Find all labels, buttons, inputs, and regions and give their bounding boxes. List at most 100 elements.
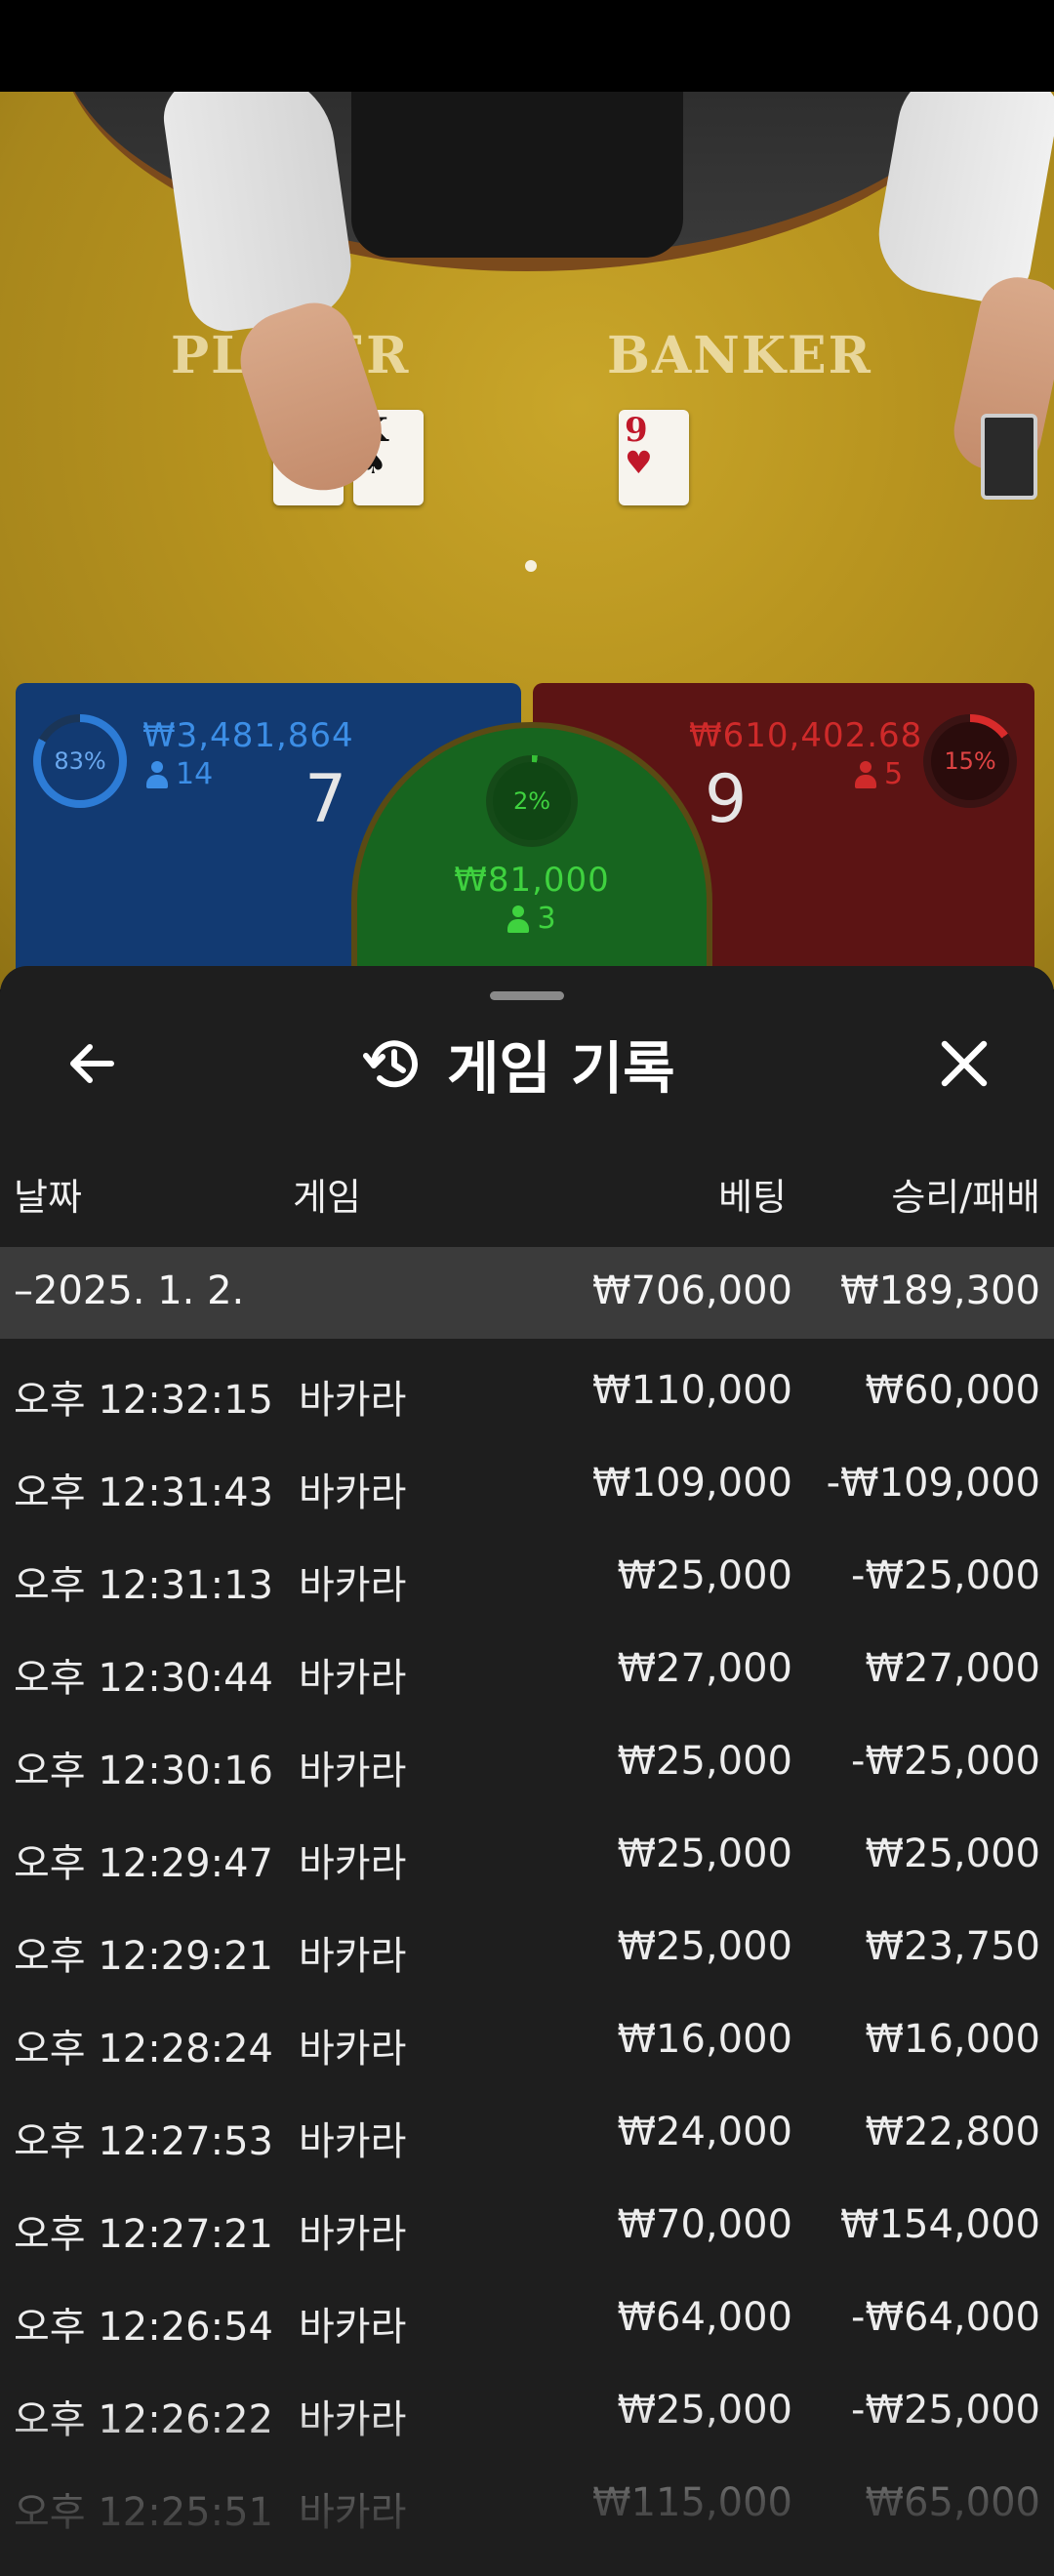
table-row[interactable]: 오후 12:30:16 바카라 ₩25,000 -₩25,000 — [0, 1727, 1054, 1820]
table-label-banker: BANKER — [607, 326, 872, 385]
row-bet: ₩109,000 — [592, 1461, 792, 1506]
game-history-sheet: 게임 기록 날짜 게임 베팅 승리/패배 –2025. 1. 2. ₩706,0… — [0, 966, 1054, 2576]
tie-bettors: 3 — [357, 902, 707, 936]
row-bet: ₩25,000 — [617, 1924, 792, 1969]
row-time: 오후 12:31:43 — [14, 1470, 273, 1515]
banker-score: 9 — [705, 761, 748, 838]
arrow-left-icon — [70, 1044, 114, 1083]
table-row[interactable]: 오후 12:30:44 바카라 ₩27,000 ₩27,000 — [0, 1634, 1054, 1727]
group-date: –2025. 1. 2. — [14, 1268, 245, 1313]
group-bet-total: ₩706,000 — [592, 1268, 792, 1313]
table-row[interactable]: 오후 12:26:22 바카라 ₩25,000 -₩25,000 — [0, 2376, 1054, 2469]
column-header-bet: 베팅 — [718, 1176, 787, 1219]
row-bet: ₩25,000 — [617, 1831, 792, 1876]
table-row[interactable]: 오후 12:27:53 바카라 ₩24,000 ₩22,800 — [0, 2098, 1054, 2191]
row-time: 오후 12:28:24 — [14, 2027, 273, 2072]
row-bet: ₩27,000 — [617, 1646, 792, 1691]
person-icon — [855, 760, 876, 788]
table-row[interactable]: 오후 12:32:15 바카라 ₩110,000 ₩60,000 — [0, 1362, 1054, 1449]
player-bettors: 14 — [146, 757, 213, 791]
dealer — [351, 92, 683, 258]
status-bar — [0, 0, 1054, 92]
tie-percent: 2% — [493, 762, 571, 840]
row-winloss: ₩60,000 — [865, 1368, 1040, 1413]
close-button[interactable] — [925, 1025, 1003, 1103]
row-bet: ₩25,000 — [617, 1553, 792, 1598]
row-game: 바카라 — [299, 1841, 407, 1886]
row-winloss: -₩64,000 — [851, 2295, 1040, 2340]
row-winloss: ₩154,000 — [840, 2202, 1040, 2247]
card-shoe — [981, 414, 1037, 500]
row-bet: ₩25,000 — [617, 1739, 792, 1784]
row-game: 바카라 — [299, 2490, 407, 2535]
row-winloss: -₩25,000 — [851, 1553, 1040, 1598]
dealer-left-arm — [158, 92, 359, 337]
row-game: 바카라 — [299, 2119, 407, 2164]
table-row[interactable]: 오후 12:28:24 바카라 ₩16,000 ₩16,000 — [0, 2005, 1054, 2098]
table-row[interactable]: 오후 12:26:54 바카라 ₩64,000 -₩64,000 — [0, 2283, 1054, 2376]
person-icon — [507, 905, 530, 933]
row-game: 바카라 — [299, 2397, 407, 2442]
table-row[interactable]: 오후 12:31:43 바카라 ₩109,000 -₩109,000 — [0, 1449, 1054, 1542]
column-header-game: 게임 — [293, 1176, 361, 1219]
row-game: 바카라 — [299, 1656, 407, 1701]
row-winloss: -₩25,000 — [851, 2388, 1040, 2433]
table-marker — [525, 560, 537, 572]
table-card-banker-1: 9 ♥ — [619, 410, 689, 505]
row-bet: ₩24,000 — [617, 2110, 792, 2154]
player-score: 7 — [304, 761, 347, 838]
dealer-right-arm — [870, 92, 1054, 309]
player-percent-ring: 83% — [33, 714, 127, 808]
table-header: 날짜 게임 베팅 승리/패배 — [0, 1161, 1054, 1220]
row-winloss: ₩27,000 — [865, 1646, 1040, 1691]
group-winloss-total: ₩189,300 — [840, 1268, 1040, 1313]
row-winloss: ₩65,000 — [865, 2480, 1040, 2525]
row-time: 오후 12:25:51 — [14, 2490, 273, 2535]
player-bettor-count: 14 — [176, 757, 214, 791]
row-game: 바카라 — [299, 2212, 407, 2257]
row-winloss: -₩109,000 — [826, 1461, 1040, 1506]
card-suit: ♥ — [625, 444, 653, 481]
history-list: 오후 12:32:15 바카라 ₩110,000 ₩60,000 오후 12:3… — [0, 1339, 1054, 2561]
row-bet: ₩110,000 — [592, 1368, 792, 1413]
table-row[interactable]: 오후 12:29:21 바카라 ₩25,000 ₩23,750 — [0, 1912, 1054, 2005]
banker-total-bet: ₩610,402.68 — [689, 716, 923, 755]
row-bet: ₩70,000 — [617, 2202, 792, 2247]
row-time: 오후 12:27:53 — [14, 2119, 273, 2164]
row-winloss: -₩25,000 — [851, 1739, 1040, 1784]
row-game: 바카라 — [299, 1749, 407, 1793]
close-icon — [941, 1040, 988, 1087]
row-time: 오후 12:27:21 — [14, 2212, 273, 2257]
row-time: 오후 12:26:22 — [14, 2397, 273, 2442]
card-rank: 9 — [625, 411, 648, 450]
row-time: 오후 12:31:13 — [14, 1563, 273, 1608]
table-row[interactable]: 오후 12:31:13 바카라 ₩25,000 -₩25,000 — [0, 1542, 1054, 1634]
row-time: 오후 12:32:15 — [14, 1378, 273, 1423]
table-row[interactable]: 오후 12:25:51 바카라 ₩115,000 ₩65,000 — [0, 2469, 1054, 2561]
table-row[interactable]: 오후 12:29:47 바카라 ₩25,000 ₩25,000 — [0, 1820, 1054, 1912]
banker-percent-ring: 15% — [923, 714, 1017, 808]
date-group-row[interactable]: –2025. 1. 2. ₩706,000 ₩189,300 — [0, 1247, 1054, 1339]
row-bet: ₩64,000 — [617, 2295, 792, 2340]
row-winloss: ₩25,000 — [865, 1831, 1040, 1876]
table-row[interactable]: 오후 12:27:21 바카라 ₩70,000 ₩154,000 — [0, 2191, 1054, 2283]
row-game: 바카라 — [299, 1934, 407, 1979]
row-winloss: ₩22,800 — [865, 2110, 1040, 2154]
column-header-winloss: 승리/패배 — [891, 1176, 1040, 1219]
player-total-bet: ₩3,481,864 — [142, 716, 354, 755]
column-header-date: 날짜 — [14, 1176, 82, 1219]
drag-handle[interactable] — [490, 991, 564, 1000]
banker-percent: 15% — [931, 722, 1009, 800]
banker-bettors: 5 — [855, 757, 903, 791]
row-bet: ₩16,000 — [617, 2017, 792, 2062]
live-video-area: PLAYER BANKER 7 ♣ K ♠ 9 ♥ 83% ₩3,481,864… — [0, 92, 1054, 989]
back-button[interactable] — [53, 1025, 131, 1103]
tie-percent-ring: 2% — [486, 755, 578, 847]
row-game: 바카라 — [299, 1563, 407, 1608]
row-game: 바카라 — [299, 1378, 407, 1423]
tie-total-bet: ₩81,000 — [454, 861, 610, 900]
row-game: 바카라 — [299, 2027, 407, 2072]
sheet-title: 게임 기록 — [361, 1025, 675, 1103]
tie-bettor-count: 3 — [537, 902, 556, 936]
history-icon — [363, 1040, 418, 1088]
